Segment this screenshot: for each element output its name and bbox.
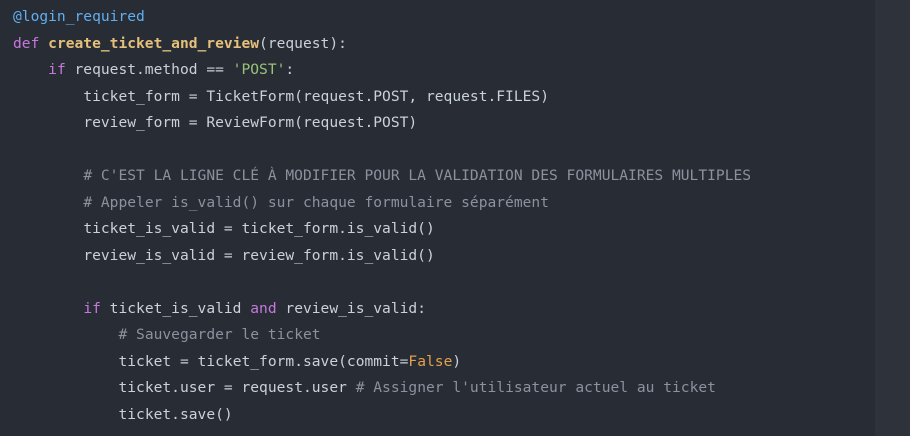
code-token-plain: request.method ==: [65, 61, 233, 78]
code-editor[interactable]: @login_requireddef create_ticket_and_rev…: [0, 0, 910, 436]
code-line: ticket.save(): [118, 402, 232, 429]
code-line: # Sauvegarder le ticket: [118, 322, 320, 349]
code-line: if request.method == 'POST':: [48, 57, 294, 84]
code-token-plain: ticket_is_valid: [100, 299, 251, 317]
code-line: @login_required: [13, 4, 145, 31]
code-token-plain: ticket.user = request.user: [118, 379, 356, 396]
code-line: review_form = ReviewForm(request.POST): [83, 110, 417, 137]
code-line: ticket_form = TicketForm(request.POST, r…: [83, 84, 549, 111]
code-token-comment: # C'EST LA LIGNE CLÉ À MODIFIER POUR LA …: [83, 167, 752, 184]
code-line: ticket = ticket_form.save(commit=False): [118, 349, 461, 376]
code-token-plain: ticket.save(): [118, 405, 233, 423]
code-token-plain: ): [452, 352, 462, 370]
code-line: ticket_is_valid = ticket_form.is_valid(): [83, 216, 434, 243]
code-token-plain: :: [285, 61, 295, 78]
code-line: def create_ticket_and_review(request):: [13, 31, 347, 58]
code-token-deco: @login_required: [13, 8, 145, 25]
code-view[interactable]: @login_requireddef create_ticket_and_rev…: [0, 0, 875, 436]
code-token-comment: # Appeler is_valid() sur chaque formulai…: [83, 193, 549, 211]
code-token-plain: ticket_form = TicketForm(request.POST, r…: [83, 87, 549, 105]
code-token-plain: review_is_valid:: [276, 299, 426, 317]
code-token-keyword: if: [48, 61, 66, 78]
code-line: if ticket_is_valid and review_is_valid:: [83, 296, 426, 323]
code-token-plain: ticket_is_valid = ticket_form.is_valid(): [83, 220, 435, 237]
code-token-plain: (request):: [259, 34, 347, 52]
code-token-comment: # Assigner l'utilisateur actuel au ticke…: [355, 379, 716, 396]
code-line: ticket.user = request.user # Assigner l'…: [118, 375, 715, 402]
code-token-string: 'POST': [232, 61, 286, 78]
code-token-const: False: [408, 352, 453, 370]
code-token-keyword: if: [83, 299, 101, 317]
scrollbar-track[interactable]: [875, 0, 910, 436]
code-token-func: create_ticket_and_review: [48, 34, 260, 52]
code-token-keyword: and: [250, 299, 277, 317]
code-token-plain: ticket = ticket_form.save(commit=: [118, 352, 409, 370]
code-token-keyword: def: [13, 34, 40, 52]
code-line: review_is_valid = review_form.is_valid(): [83, 243, 434, 270]
code-token-plain: review_is_valid = review_form.is_valid(): [83, 246, 435, 264]
code-token-plain: review_form = ReviewForm(request.POST): [83, 114, 418, 131]
code-line: # Appeler is_valid() sur chaque formulai…: [83, 190, 549, 217]
code-line: # C'EST LA LIGNE CLÉ À MODIFIER POUR LA …: [83, 163, 751, 190]
code-token-comment: # Sauvegarder le ticket: [118, 326, 321, 343]
